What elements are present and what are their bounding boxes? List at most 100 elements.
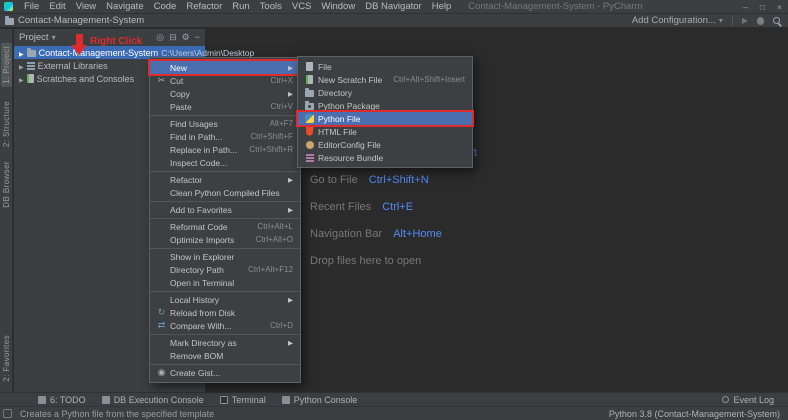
new-submenu: File New Scratch File Ctrl+Alt+Shift+Ins…: [297, 56, 473, 168]
menu-navigate[interactable]: Navigate: [101, 1, 149, 12]
tool-window-switcher-icon[interactable]: [3, 409, 12, 418]
event-log-icon: [722, 396, 729, 403]
menu-item-clean-python-compiled-files[interactable]: Clean Python Compiled Files: [150, 186, 300, 199]
scratch-file-icon: [306, 75, 313, 84]
menu-item-cut[interactable]: Cut Ctrl+X: [150, 74, 300, 87]
tool-button-db-browser[interactable]: DB Browser: [2, 161, 11, 208]
chevron-right-icon[interactable]: [19, 61, 24, 71]
menu-tools[interactable]: Tools: [255, 1, 287, 12]
menu-item-create-gist[interactable]: Create Gist...: [150, 366, 300, 379]
menu-item-open-in-terminal[interactable]: Open in Terminal: [150, 276, 300, 289]
menu-separator: [150, 248, 300, 249]
tool-button-structure[interactable]: 2: Structure: [2, 101, 11, 147]
menu-window[interactable]: Window: [316, 1, 360, 12]
menu-item-add-to-favorites[interactable]: Add to Favorites ▶: [150, 203, 300, 216]
hint-navigation-bar: Navigation Bar Alt+Home: [310, 221, 477, 248]
tree-item-label: External Libraries: [38, 61, 108, 71]
menu-refactor[interactable]: Refactor: [181, 1, 227, 12]
menu-run[interactable]: Run: [227, 1, 254, 12]
submenu-item-python-package[interactable]: Python Package: [298, 99, 472, 112]
submenu-arrow-icon: ▶: [288, 64, 293, 72]
html-file-icon: [306, 127, 314, 136]
menu-item-remove-bom[interactable]: Remove BOM: [150, 349, 300, 362]
menu-separator: [150, 201, 300, 202]
menu-item-reload-from-disk[interactable]: Reload from Disk: [150, 306, 300, 319]
menu-file[interactable]: File: [19, 1, 44, 12]
resource-bundle-icon: [306, 154, 314, 162]
menu-item-show-in-explorer[interactable]: Show in Explorer: [150, 250, 300, 263]
submenu-item-python-file[interactable]: Python File: [298, 112, 472, 125]
menu-item-copy[interactable]: Copy ▶: [150, 87, 300, 100]
file-icon: [306, 62, 313, 71]
menu-item-directory-path[interactable]: Directory Path Ctrl+Alt+F12: [150, 263, 300, 276]
menu-item-local-history[interactable]: Local History ▶: [150, 293, 300, 306]
menu-separator: [150, 218, 300, 219]
pycharm-logo-icon: [4, 2, 13, 11]
submenu-item-directory[interactable]: Directory: [298, 86, 472, 99]
menu-item-find-usages[interactable]: Find Usages Alt+F7: [150, 117, 300, 130]
search-everywhere-icon[interactable]: [773, 17, 780, 24]
menu-code[interactable]: Code: [149, 1, 182, 12]
submenu-item-file[interactable]: File: [298, 60, 472, 73]
left-tool-stripe: 1: Project 2: Structure DB Browser 2: Fa…: [0, 29, 13, 392]
hint-go-to-file: Go to File Ctrl+Shift+N: [310, 167, 477, 194]
submenu-item-editorconfig-file[interactable]: EditorConfig File: [298, 138, 472, 151]
menu-item-inspect-code[interactable]: Inspect Code...: [150, 156, 300, 169]
submenu-item-html-file[interactable]: HTML File: [298, 125, 472, 138]
submenu-arrow-icon: ▶: [288, 90, 293, 98]
tree-item-path: C:\Users\Admin\Desktop: [161, 48, 254, 58]
debug-button[interactable]: [757, 17, 764, 25]
project-view-selector[interactable]: Project: [19, 32, 56, 43]
run-button[interactable]: [742, 15, 748, 26]
tool-tab-python-console[interactable]: Python Console: [282, 395, 358, 405]
close-button[interactable]: ×: [771, 0, 788, 13]
refresh-icon: [155, 307, 168, 318]
tree-item-label: Scratches and Consoles: [37, 74, 135, 84]
menu-db-navigator[interactable]: DB Navigator: [360, 1, 427, 12]
menu-item-paste[interactable]: Paste Ctrl+V: [150, 100, 300, 113]
project-panel-header: Project: [14, 29, 205, 46]
tool-button-favorites[interactable]: 2: Favorites: [2, 335, 11, 382]
collapse-all-icon[interactable]: [169, 32, 177, 43]
add-configuration-button[interactable]: Add Configuration...: [632, 15, 723, 26]
chevron-right-icon[interactable]: [19, 48, 24, 58]
tool-tab-db-execution-console[interactable]: DB Execution Console: [102, 395, 204, 405]
tree-item-label: Contact-Management-System: [39, 48, 159, 58]
menu-item-compare-with[interactable]: Compare With... Ctrl+D: [150, 319, 300, 332]
menu-item-mark-directory-as[interactable]: Mark Directory as ▶: [150, 336, 300, 349]
menu-separator: [150, 334, 300, 335]
python-console-icon: [282, 396, 290, 404]
menu-item-refactor[interactable]: Refactor ▶: [150, 173, 300, 186]
minimize-button[interactable]: –: [737, 0, 754, 13]
chevron-right-icon[interactable]: [19, 74, 24, 84]
tool-tab-todo[interactable]: 6: TODO: [38, 395, 86, 405]
menu-vcs[interactable]: VCS: [287, 1, 317, 12]
menu-item-replace-in-path[interactable]: Replace in Path... Ctrl+Shift+R: [150, 143, 300, 156]
menu-item-find-in-path[interactable]: Find in Path... Ctrl+Shift+F: [150, 130, 300, 143]
locate-file-icon[interactable]: [156, 32, 164, 43]
submenu-arrow-icon: ▶: [288, 176, 293, 184]
event-log-button[interactable]: Event Log: [722, 395, 774, 405]
library-icon: [27, 62, 35, 70]
breadcrumb[interactable]: Contact-Management-System: [18, 15, 144, 26]
menu-item-optimize-imports[interactable]: Optimize Imports Ctrl+Alt+O: [150, 233, 300, 246]
settings-gear-icon[interactable]: [182, 32, 190, 43]
menu-edit[interactable]: Edit: [44, 1, 70, 12]
submenu-arrow-icon: ▶: [288, 206, 293, 214]
submenu-arrow-icon: ▶: [288, 339, 293, 347]
bottom-tool-window-bar: 6: TODO DB Execution Console Terminal Py…: [0, 392, 788, 406]
submenu-item-new-scratch-file[interactable]: New Scratch File Ctrl+Alt+Shift+Insert: [298, 73, 472, 86]
tool-button-project[interactable]: 1: Project: [1, 43, 12, 87]
tool-tab-terminal[interactable]: Terminal: [220, 395, 266, 405]
menu-separator: [150, 171, 300, 172]
menu-view[interactable]: View: [71, 1, 101, 12]
python-package-icon: [305, 103, 314, 110]
hide-panel-icon[interactable]: [195, 32, 200, 43]
python-interpreter-widget[interactable]: Python 3.8 (Contact-Management-System): [609, 409, 780, 419]
menu-item-reformat-code[interactable]: Reformat Code Ctrl+Alt+L: [150, 220, 300, 233]
submenu-item-resource-bundle[interactable]: Resource Bundle: [298, 151, 472, 164]
menu-item-new[interactable]: New ▶: [150, 61, 300, 74]
toolbar-divider: [732, 16, 733, 26]
maximize-button[interactable]: □: [754, 0, 771, 13]
menu-help[interactable]: Help: [427, 1, 457, 12]
